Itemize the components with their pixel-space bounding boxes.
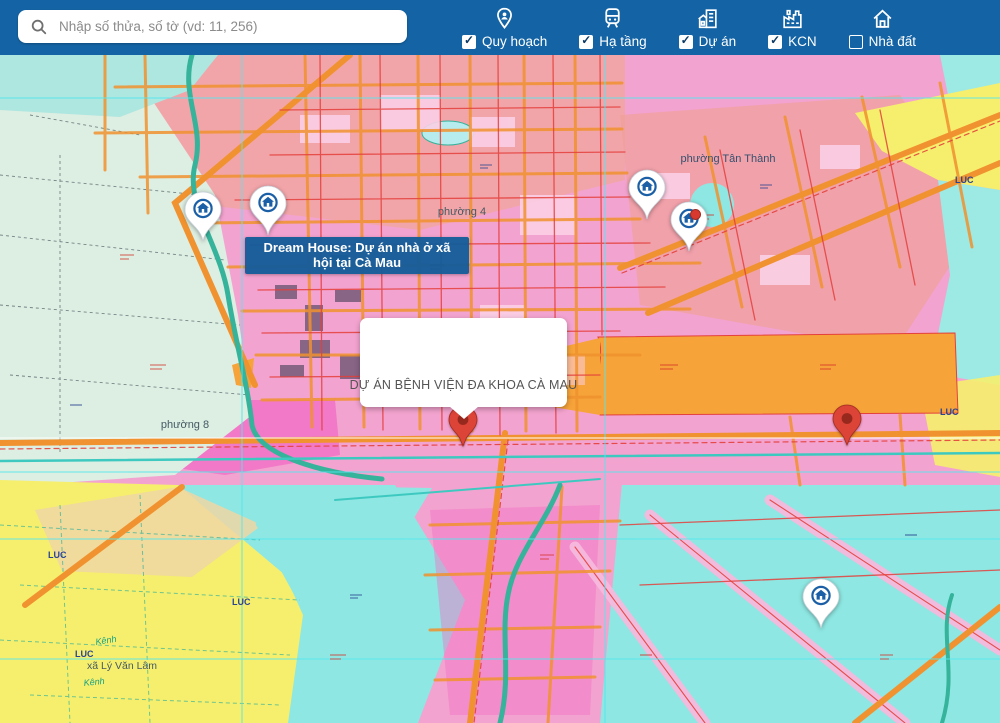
map-label-ward-4: phường 4	[438, 206, 486, 218]
housing-project-pin-2[interactable]	[249, 185, 287, 237]
map-label-luc-2: LUC	[48, 550, 67, 560]
train-icon	[600, 5, 625, 31]
housing-project-pin-3[interactable]	[628, 169, 666, 221]
search-icon	[30, 18, 48, 36]
map-label-luc-4: LUC	[955, 175, 974, 185]
housing-project-pin-4[interactable]	[670, 201, 708, 253]
housing-project-pin-1[interactable]	[184, 191, 222, 243]
ha-tang-checkbox[interactable]	[579, 35, 593, 49]
layer-toggle-bar: Quy hoạch Hạ tầng	[462, 5, 916, 49]
house-icon	[870, 5, 895, 31]
kcn-label: KCN	[788, 34, 817, 49]
layer-toggle-kcn[interactable]: KCN	[768, 5, 817, 49]
nha-dat-label: Nhà đất	[869, 34, 916, 49]
layer-toggle-quy-hoach[interactable]: Quy hoạch	[462, 5, 547, 49]
popup-arrow	[449, 406, 479, 419]
map-label-ward-8: phường 8	[161, 419, 209, 431]
du-an-label: Dự án	[699, 34, 737, 49]
app-window: Quy hoạch Hạ tầng	[0, 0, 1000, 723]
small-red-marker	[690, 209, 701, 220]
quy-hoach-label: Quy hoạch	[482, 34, 547, 49]
factory-icon	[780, 5, 805, 31]
quy-hoach-checkbox[interactable]	[462, 35, 476, 49]
layer-toggle-ha-tang[interactable]: Hạ tầng	[579, 5, 646, 49]
map-label-luc-1: LUC	[75, 649, 94, 659]
map-label-ward-tan-thanh: phường Tân Thành	[681, 153, 776, 165]
nha-dat-checkbox[interactable]	[849, 35, 863, 49]
map-label-luc-3: LUC	[232, 597, 251, 607]
map-label-luc-5: LUC	[940, 407, 959, 417]
map-label-xa-ly-van-lam: xã Lý Văn Lâm	[87, 660, 157, 672]
map-location-icon	[492, 5, 517, 31]
dream-house-tooltip: Dream House: Dự án nhà ở xã hội tại Cà M…	[245, 237, 469, 274]
housing-project-pin-5[interactable]	[802, 578, 840, 630]
layer-toggle-du-an[interactable]: Dự án	[679, 5, 737, 49]
top-bar: Quy hoạch Hạ tầng	[0, 0, 1000, 55]
parcel-search-box[interactable]	[18, 10, 407, 43]
ha-tang-label: Hạ tầng	[599, 34, 646, 49]
project-location-pin-east[interactable]	[832, 404, 862, 446]
layer-toggle-nha-dat[interactable]: Nhà đất	[849, 5, 916, 49]
building-icon	[695, 5, 720, 31]
hospital-project-popup[interactable]: DỰ ÁN BỆNH VIỆN ĐA KHOA CÀ MAU	[360, 318, 567, 407]
du-an-checkbox[interactable]	[679, 35, 693, 49]
popup-title: DỰ ÁN BỆNH VIỆN ĐA KHOA CÀ MAU	[350, 378, 578, 407]
search-input[interactable]	[57, 18, 395, 35]
kcn-checkbox[interactable]	[768, 35, 782, 49]
map-canvas[interactable]: phường 8 phường 4 phường Tân Thành xã Lý…	[0, 55, 1000, 723]
